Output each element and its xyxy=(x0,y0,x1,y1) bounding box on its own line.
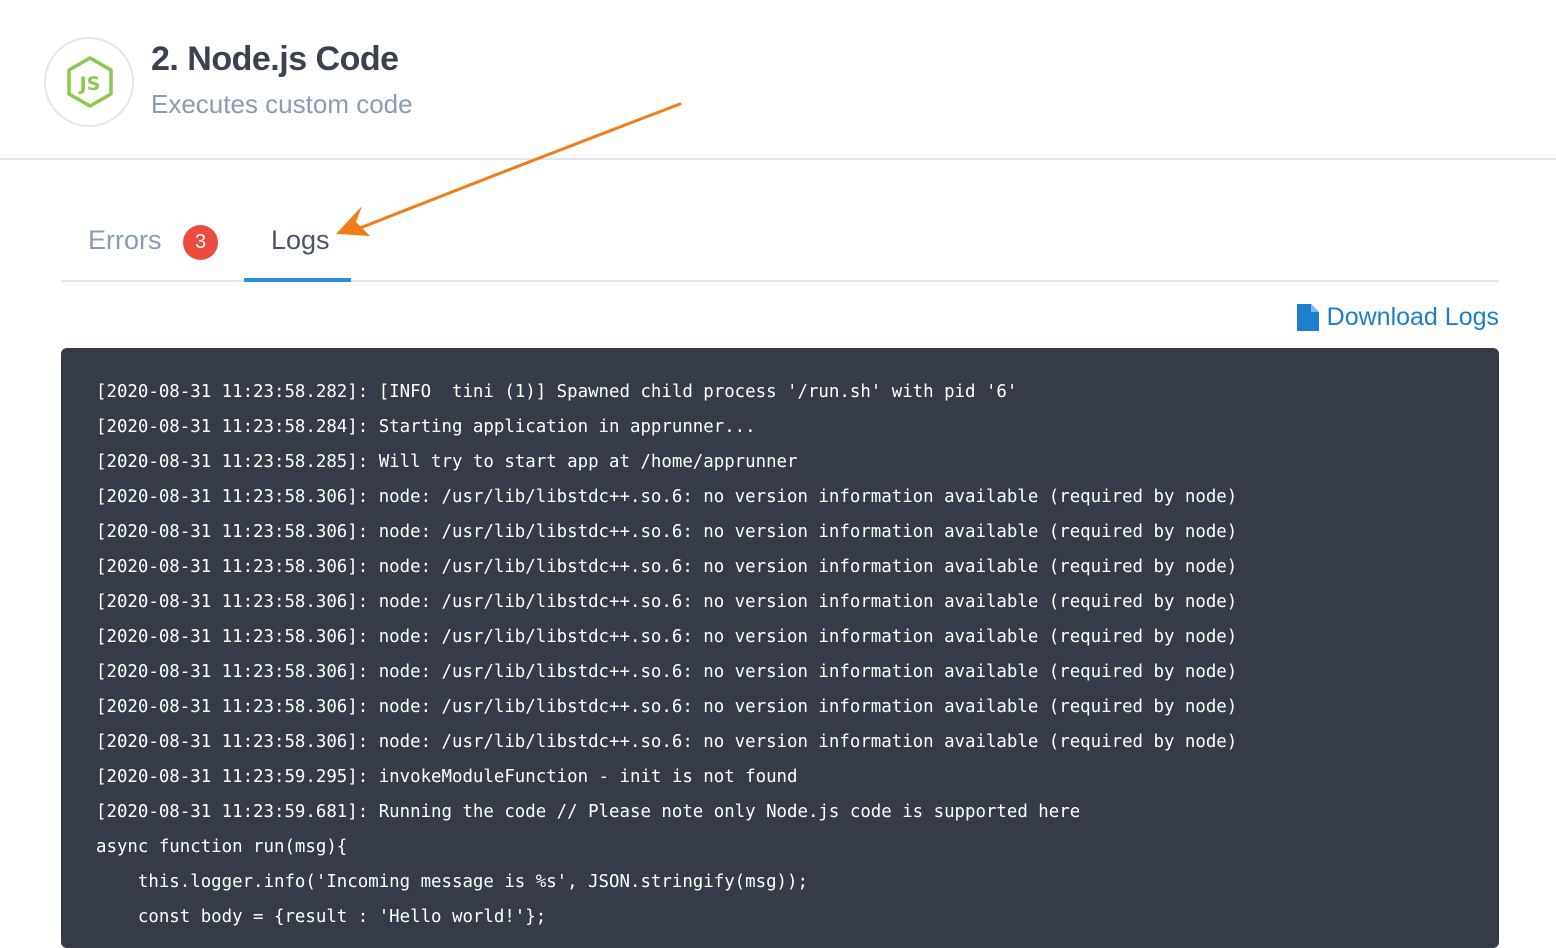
download-logs-link[interactable]: Download Logs xyxy=(1296,301,1499,333)
log-line: [2020-08-31 11:23:58.306]: node: /usr/li… xyxy=(96,557,1238,577)
log-lines: [2020-08-31 11:23:58.282]: [INFO tini (1… xyxy=(96,375,1499,935)
log-line: [2020-08-31 11:23:59.295]: invokeModuleF… xyxy=(96,767,798,787)
log-line: [2020-08-31 11:23:58.282]: [INFO tini (1… xyxy=(96,382,1018,402)
log-line: [2020-08-31 11:23:58.306]: node: /usr/li… xyxy=(96,697,1238,717)
page-title: 2. Node.js Code xyxy=(151,40,399,78)
step-icon-container: JS xyxy=(44,37,134,127)
page-subtitle: Executes custom code xyxy=(151,89,413,119)
svg-text:JS: JS xyxy=(78,73,101,95)
step-header: JS 2. Node.js Code Executes custom code xyxy=(0,0,1556,160)
log-line: [2020-08-31 11:23:58.306]: node: /usr/li… xyxy=(96,522,1238,542)
tab-bar: Errors 3 Logs xyxy=(61,200,1499,282)
log-line: [2020-08-31 11:23:58.306]: node: /usr/li… xyxy=(96,627,1238,647)
log-line: async function run(msg){ xyxy=(96,837,348,857)
log-line: [2020-08-31 11:23:58.306]: node: /usr/li… xyxy=(96,732,1238,752)
tab-logs[interactable]: Logs xyxy=(244,200,351,282)
tab-errors[interactable]: Errors 3 xyxy=(61,200,231,282)
log-line: [2020-08-31 11:23:59.681]: Running the c… xyxy=(96,802,1081,822)
log-line: [2020-08-31 11:23:58.306]: node: /usr/li… xyxy=(96,487,1238,507)
log-line: [2020-08-31 11:23:58.306]: node: /usr/li… xyxy=(96,592,1238,612)
log-line: const body = {result : 'Hello world!'}; xyxy=(96,907,547,927)
log-line: [2020-08-31 11:23:58.306]: node: /usr/li… xyxy=(96,662,1238,682)
tab-logs-label: Logs xyxy=(271,225,330,255)
log-line: this.logger.info('Incoming message is %s… xyxy=(96,872,808,892)
file-icon xyxy=(1296,303,1319,331)
download-logs-label: Download Logs xyxy=(1326,302,1499,331)
log-line: [2020-08-31 11:23:58.285]: Will try to s… xyxy=(96,452,798,472)
error-count-badge: 3 xyxy=(183,225,218,260)
tab-errors-label: Errors xyxy=(88,225,162,255)
log-line: [2020-08-31 11:23:58.284]: Starting appl… xyxy=(96,417,756,437)
nodejs-icon: JS xyxy=(67,56,113,108)
log-output: [2020-08-31 11:23:58.282]: [INFO tini (1… xyxy=(61,348,1499,948)
